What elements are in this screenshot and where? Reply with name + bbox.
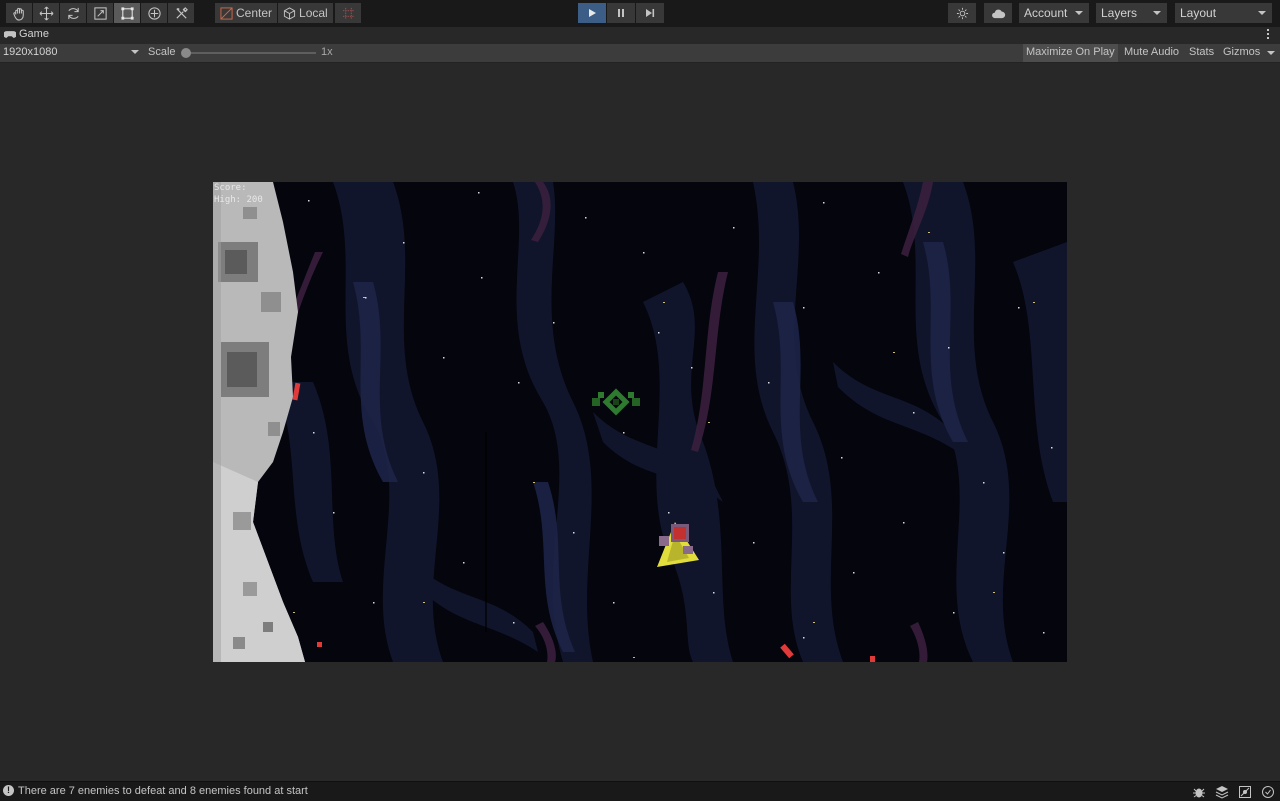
layout-label: Layout <box>1180 6 1217 20</box>
game-view-controls: 1920x1080 Scale 1x Maximize On Play Mute… <box>0 44 1280 63</box>
gamepad-icon <box>4 30 16 38</box>
info-icon: ! <box>3 785 14 796</box>
account-dropdown[interactable]: Account <box>1019 3 1089 23</box>
pivot-controls: Center Local <box>215 3 334 23</box>
step-icon <box>646 9 655 17</box>
console-message[interactable]: There are 7 enemies to defeat and 8 enem… <box>18 785 308 797</box>
score-hud: Score: High: 200 <box>214 182 263 206</box>
rect-transform-icon <box>120 6 134 20</box>
scale-value: 1x <box>321 46 333 58</box>
tab-game-label: Game <box>19 28 49 40</box>
scale-slider-track[interactable] <box>186 52 316 54</box>
playmode-controls <box>578 3 665 23</box>
pause-icon <box>618 9 624 17</box>
pivot-mode-label: Center <box>236 6 273 20</box>
cloud-icon <box>991 9 1005 18</box>
rotate-tool-button[interactable] <box>60 3 87 23</box>
grid-snap-button[interactable] <box>335 3 361 23</box>
score-label: Score: <box>214 183 247 193</box>
play-icon <box>589 9 596 17</box>
high-score-label: High: 200 <box>214 195 263 205</box>
hand-tool-button[interactable] <box>6 3 33 23</box>
pause-button[interactable] <box>607 3 636 23</box>
pivot-rotation-button[interactable]: Local <box>278 3 334 23</box>
scale-tool-button[interactable] <box>87 3 114 23</box>
red-bullet <box>870 656 875 662</box>
tab-game[interactable]: Game <box>4 28 49 40</box>
more-options-icon[interactable] <box>1267 29 1270 41</box>
pivot-rotation-label: Local <box>299 6 328 20</box>
collision-icon[interactable] <box>1238 785 1252 799</box>
custom-tool-button[interactable] <box>168 3 195 23</box>
space-background <box>213 182 1067 662</box>
layout-dropdown[interactable]: Layout <box>1175 3 1272 23</box>
move-icon <box>39 6 53 20</box>
layers-label: Layers <box>1101 6 1138 20</box>
main-toolbar: Center Local Account Layers Layout <box>0 0 1280 27</box>
layers-stack-icon[interactable] <box>1215 785 1229 799</box>
account-label: Account <box>1024 6 1068 20</box>
play-button[interactable] <box>578 3 607 23</box>
gizmos-toggle[interactable]: Gizmos <box>1220 44 1263 62</box>
pivot-center-icon <box>220 6 233 20</box>
mute-audio-toggle[interactable]: Mute Audio <box>1121 44 1182 62</box>
chevron-down-icon[interactable] <box>131 50 139 54</box>
maximize-on-play-toggle[interactable]: Maximize On Play <box>1023 44 1118 62</box>
transform-tool-button[interactable] <box>141 3 168 23</box>
grid-snap-icon <box>342 7 354 19</box>
red-bullet <box>317 642 322 647</box>
layers-dropdown[interactable]: Layers <box>1096 3 1167 23</box>
transform-icon <box>147 6 161 20</box>
step-button[interactable] <box>636 3 665 23</box>
move-tool-button[interactable] <box>33 3 60 23</box>
transform-tools <box>6 3 195 23</box>
chevron-down-icon <box>1258 11 1266 15</box>
check-circle-icon[interactable] <box>1261 785 1275 799</box>
cloud-button[interactable] <box>984 3 1012 23</box>
game-viewport[interactable]: Score: High: 200 <box>213 182 1067 662</box>
stats-toggle[interactable]: Stats <box>1186 44 1217 62</box>
chevron-down-icon <box>1075 11 1083 15</box>
local-cube-icon <box>283 6 296 20</box>
game-tab-bar: Game <box>0 27 1280 45</box>
scale-slider-thumb[interactable] <box>181 48 191 58</box>
services-button[interactable] <box>948 3 976 23</box>
sun-services-icon <box>956 7 968 19</box>
hand-icon <box>12 7 24 21</box>
scale-icon <box>93 6 107 20</box>
chevron-down-icon[interactable] <box>1267 51 1275 55</box>
rect-tool-button[interactable] <box>114 3 141 23</box>
resolution-dropdown[interactable]: 1920x1080 <box>3 46 57 58</box>
scale-label: Scale <box>148 46 176 58</box>
bug-icon[interactable] <box>1192 785 1206 799</box>
rotate-icon <box>67 7 79 19</box>
status-bar: ! There are 7 enemies to defeat and 8 en… <box>0 781 1280 801</box>
chevron-down-icon <box>1153 11 1161 15</box>
pivot-mode-button[interactable]: Center <box>215 3 279 23</box>
tools-icon <box>175 6 188 19</box>
